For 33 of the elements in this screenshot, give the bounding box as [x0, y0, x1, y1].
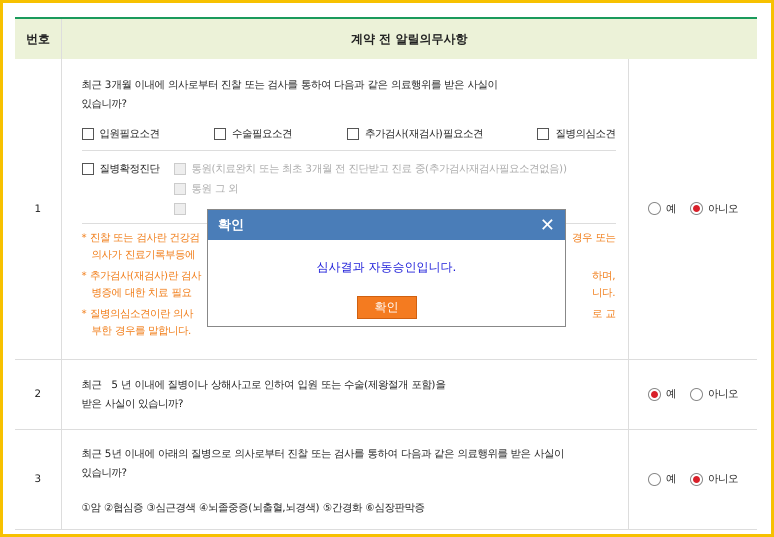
radio-option[interactable]: 아니오	[690, 471, 738, 487]
note-text: * 질병의심소견이란 의사	[82, 306, 194, 322]
note-text: 부한 경우를 말합니다.	[92, 324, 192, 339]
column-header: 계약 전 알릴의무사항	[61, 18, 757, 59]
checkbox-option[interactable]: 입원필요소견	[82, 126, 160, 142]
dialog-message: 심사결과 자동승인입니다.	[316, 259, 458, 276]
radio-option[interactable]: 예	[648, 386, 676, 402]
radio-option[interactable]: 예	[648, 471, 676, 487]
note-text: 병증에 대한 치료 필요	[92, 286, 192, 301]
note-text: 하며,	[592, 268, 616, 284]
question-text: 최근 5년 이내에 아래의 질병으로 의사로부터 진찰 또는 검사를 통하여 다음과 같은 의료행위를 받은 사실이 있습니까?	[82, 447, 565, 481]
row-number: 1	[34, 202, 42, 215]
radio-option[interactable]: 아니오	[690, 200, 738, 217]
note-text: 경우 또는	[572, 230, 616, 246]
note-text: 로 교	[592, 306, 616, 322]
checkbox-option[interactable]: 추가검사(재검사)필요소견	[346, 126, 483, 142]
checkbox-option[interactable]: 수술필요소견	[214, 126, 292, 142]
row-number: 3	[34, 473, 42, 485]
checkbox-option[interactable]: 질병의심소견	[537, 126, 616, 142]
radio-option[interactable]: 아니오	[690, 386, 738, 402]
question-text: 최근 5 년 이내에 질병이나 상해사고로 인하여 입원 또는 수술(제왕절개 포함)을 받은 사실이 있습니까?	[82, 378, 446, 412]
note-text: 니다.	[592, 286, 616, 301]
note-text: * 진찰 또는 검사란 건강검	[82, 230, 200, 246]
checkbox-option[interactable]: 질병확정진단	[82, 160, 160, 177]
row-number: 2	[34, 388, 42, 400]
question-text: 최근 3개월 이내에 의사로부터 진찰 또는 검사를 통하여 다음과 같은 의료행위를 받은 사실이 있습니까?	[82, 78, 498, 112]
column-header: 번호	[15, 18, 61, 59]
close-icon[interactable]: ✕	[540, 214, 555, 236]
radio-option[interactable]: 예	[648, 200, 676, 217]
disease-list: ①암 ②협심증 ③심근경색 ④뇌졸중증(뇌출혈,뇌경색) ⑤간경화 ⑥심장판막증	[82, 501, 616, 515]
note-text: * 추가검사(재검사)란 검사	[82, 268, 202, 284]
dialog-title: 확인	[218, 217, 244, 234]
note-text: 의사가 진료기록부등에	[92, 248, 195, 263]
